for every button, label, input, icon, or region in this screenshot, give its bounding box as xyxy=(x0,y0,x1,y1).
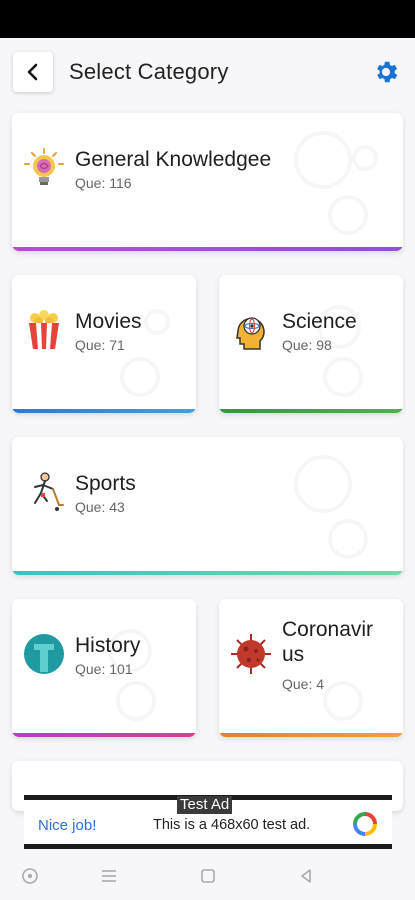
category-name: Movies xyxy=(75,310,142,333)
question-count: Que: 116 xyxy=(75,175,132,191)
decor-circle xyxy=(328,519,368,559)
question-count: Que: 101 xyxy=(75,661,133,677)
science-head-icon xyxy=(236,317,265,350)
accent-bar xyxy=(12,733,196,737)
category-name: General Knowledgee xyxy=(75,148,272,171)
category-name: Coronavir us xyxy=(282,618,374,666)
ad-headline: Nice job! xyxy=(38,817,97,834)
accent-bar xyxy=(12,409,196,413)
category-card-sports[interactable]: Sports Que: 43 xyxy=(12,437,403,575)
ad-logo-icon xyxy=(353,812,377,836)
menu-icon[interactable] xyxy=(97,864,121,888)
accent-bar xyxy=(12,247,403,251)
accent-bar xyxy=(219,733,403,737)
accent-bar xyxy=(12,571,403,575)
category-card-coronavirus[interactable]: Coronavir us Que: 4 xyxy=(219,599,403,737)
question-count: Que: 43 xyxy=(75,499,125,515)
popcorn-icon xyxy=(29,310,59,349)
home-icon[interactable] xyxy=(196,864,220,888)
gear-icon[interactable] xyxy=(372,58,400,86)
decor-circle xyxy=(294,131,352,189)
system-nav-bar xyxy=(0,852,415,900)
question-count: Que: 71 xyxy=(75,337,125,353)
virus-icon xyxy=(231,634,271,674)
category-name: History xyxy=(75,634,141,657)
category-card-history[interactable]: History Que: 101 xyxy=(12,599,196,737)
assistant-icon[interactable] xyxy=(18,864,42,888)
decor-circle xyxy=(120,357,160,397)
history-circle-icon xyxy=(24,634,64,674)
category-name: Science xyxy=(282,310,357,333)
decor-circle xyxy=(352,145,378,171)
chevron-left-icon xyxy=(27,63,38,81)
category-card-science[interactable]: Science Que: 98 xyxy=(219,275,403,413)
decor-circle xyxy=(323,357,363,397)
ad-text: This is a 468x60 test ad. xyxy=(153,817,311,833)
app-header: Select Category xyxy=(0,38,415,104)
status-bar xyxy=(0,0,415,38)
category-name: Sports xyxy=(75,472,136,495)
category-card-general-knowledge[interactable]: General Knowledgee Que: 116 xyxy=(12,113,403,251)
decor-circle xyxy=(116,681,156,721)
question-count: Que: 4 xyxy=(282,676,325,692)
hockey-player-icon xyxy=(34,472,64,511)
back-button[interactable] xyxy=(13,52,53,92)
brain-bulb-icon xyxy=(24,148,64,185)
decor-circle xyxy=(323,681,363,721)
accent-bar xyxy=(219,409,403,413)
decor-circle xyxy=(144,309,170,335)
decor-circle xyxy=(328,195,368,235)
ad-tag: Test Ad xyxy=(177,796,233,814)
page-title: Select Category xyxy=(69,59,229,84)
decor-circle xyxy=(294,455,352,513)
back-nav-icon[interactable] xyxy=(294,864,318,888)
category-card-movies[interactable]: Movies Que: 71 xyxy=(12,275,196,413)
question-count: Que: 98 xyxy=(282,337,332,353)
